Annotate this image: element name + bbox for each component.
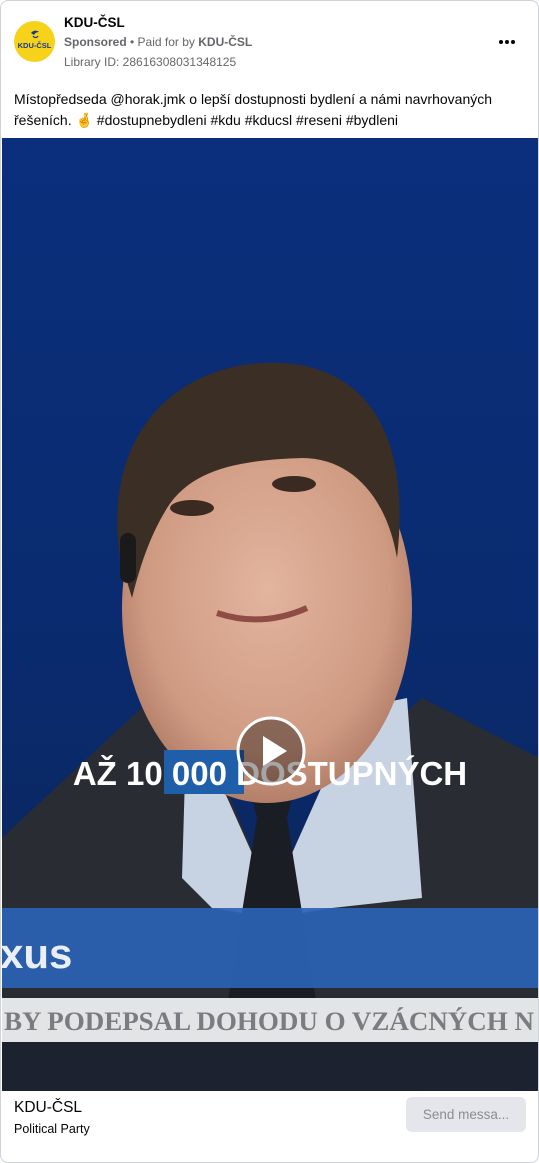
more-options-icon[interactable] (493, 31, 521, 53)
subtitle-before: AŽ 10 (73, 755, 172, 792)
news-ticker: BY PODEPSAL DOHODU O VZÁCNÝCH N (4, 1007, 534, 1036)
sponsored-label: Sponsored (64, 35, 127, 49)
page-name[interactable]: KDU-ČSL (64, 15, 125, 30)
paid-for-name[interactable]: KDU-ČSL (198, 35, 252, 49)
sponsored-line: Sponsored • Paid for by KDU-ČSL (64, 35, 252, 49)
ad-card: KDU-ČSL KDU-ČSL Sponsored • Paid for by … (0, 0, 539, 1163)
logo-text: KDU-ČSL (18, 41, 52, 50)
video-frame: AŽ 10 000 DOSTUPNÝCH xus BY PODEPSAL DOH… (2, 138, 538, 1091)
send-message-button[interactable]: Send messa... (406, 1097, 526, 1132)
library-id: Library ID: 28616308031348125 (64, 55, 237, 69)
play-icon[interactable] (236, 716, 306, 786)
advertiser-name[interactable]: KDU-ČSL (14, 1099, 82, 1117)
subtitle-highlight: 000 (172, 755, 227, 792)
advertiser-type: Political Party (14, 1122, 90, 1136)
channel-text: xus (2, 930, 72, 977)
ad-caption: Místopředseda @horak.jmk o lepší dostupn… (14, 91, 493, 128)
paid-for-prefix: • Paid for by (130, 35, 195, 49)
kdu-logo-icon: KDU-ČSL (18, 30, 52, 50)
ad-header: KDU-ČSL KDU-ČSL Sponsored • Paid for by … (1, 1, 538, 79)
page-avatar[interactable]: KDU-ČSL (14, 21, 55, 62)
ad-footer: KDU-ČSL Political Party Send messa... (1, 1091, 538, 1162)
video-player[interactable]: AŽ 10 000 DOSTUPNÝCH xus BY PODEPSAL DOH… (2, 138, 538, 1091)
